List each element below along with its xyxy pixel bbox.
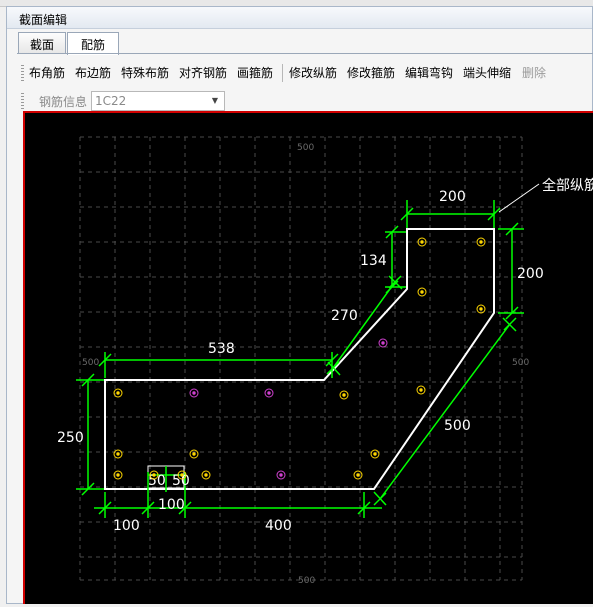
- dim-label-500: 500: [444, 418, 471, 434]
- axis-label: 500: [298, 576, 315, 586]
- rebar-info-select[interactable]: 1C22 ▼: [91, 91, 225, 111]
- place-edge-rebar-button[interactable]: 布边筋: [75, 64, 111, 81]
- rebar-corner: [113, 449, 123, 459]
- axis-label: 500: [82, 358, 99, 368]
- rebar-edge: [189, 388, 199, 398]
- rebar-corner: [201, 470, 211, 480]
- draw-stirrup-button[interactable]: 画箍筋: [237, 64, 273, 81]
- dim-label-134: 134: [360, 253, 387, 269]
- dimension-lines: [76, 200, 524, 518]
- callout-leader: [498, 183, 540, 213]
- rebar-corner: [339, 390, 349, 400]
- rebar-info-label: 钢筋信息: [39, 95, 88, 109]
- modify-long-rebar-button[interactable]: 修改纵筋: [289, 64, 337, 81]
- axis-labels: 500 500 500 500: [82, 143, 529, 586]
- end-extend-button[interactable]: 端头伸缩: [463, 64, 511, 81]
- rebar-corner: [353, 470, 363, 480]
- special-rebar-button[interactable]: 特殊布筋: [121, 64, 169, 81]
- chevron-down-icon[interactable]: ▼: [207, 93, 223, 109]
- dim-label-400: 400: [265, 518, 292, 534]
- rebar-edge: [264, 388, 274, 398]
- edit-hook-button[interactable]: 编辑弯钩: [405, 64, 453, 81]
- rebar-corner: [417, 287, 427, 297]
- dim-label-100b: 100: [158, 497, 185, 513]
- tab-rebar[interactable]: 配筋: [67, 32, 119, 55]
- infobar-grip[interactable]: [21, 93, 24, 109]
- section-outline[interactable]: [104, 228, 495, 490]
- dim-label-100a: 100: [113, 518, 140, 534]
- axis-label: 500: [512, 358, 529, 368]
- axis-label: 500: [297, 143, 314, 153]
- dim-label-538: 538: [208, 341, 235, 357]
- rebar-info-value: 1C22: [95, 94, 127, 108]
- rebar-corner: [370, 449, 380, 459]
- dim-label-250: 250: [57, 430, 84, 446]
- callout-label: 全部纵筋: [542, 177, 593, 194]
- dimension-labels: 200 200 134 270 538 500 250 50 50 100 10…: [57, 189, 544, 534]
- toolbar-grip[interactable]: [21, 65, 24, 81]
- rebar-corner: [416, 385, 426, 395]
- dim-label-50a: 50: [148, 473, 166, 489]
- toolbar-separator: [282, 64, 283, 82]
- section-drawing[interactable]: 500 500 500 500 200 200 134 270 538 500 …: [25, 113, 593, 604]
- rebar-corner: [189, 449, 199, 459]
- modify-stirrup-button[interactable]: 修改箍筋: [347, 64, 395, 81]
- place-corner-rebar-button[interactable]: 布角筋: [29, 64, 65, 81]
- dim-label-270: 270: [331, 308, 358, 324]
- delete-button[interactable]: 删除: [522, 64, 546, 81]
- rebar-corner-group[interactable]: [113, 237, 486, 480]
- panel-title: 截面编辑: [7, 7, 592, 29]
- dim-label-right: 200: [517, 266, 544, 282]
- drawing-canvas[interactable]: 500 500 500 500 200 200 134 270 538 500 …: [23, 111, 593, 604]
- tab-section[interactable]: 截面: [18, 32, 66, 54]
- tab-underline: [17, 53, 593, 54]
- align-rebar-button[interactable]: 对齐钢筋: [179, 64, 227, 81]
- rebar-edge: [276, 470, 286, 480]
- rebar-edge: [378, 338, 388, 348]
- dim-label-top: 200: [439, 189, 466, 205]
